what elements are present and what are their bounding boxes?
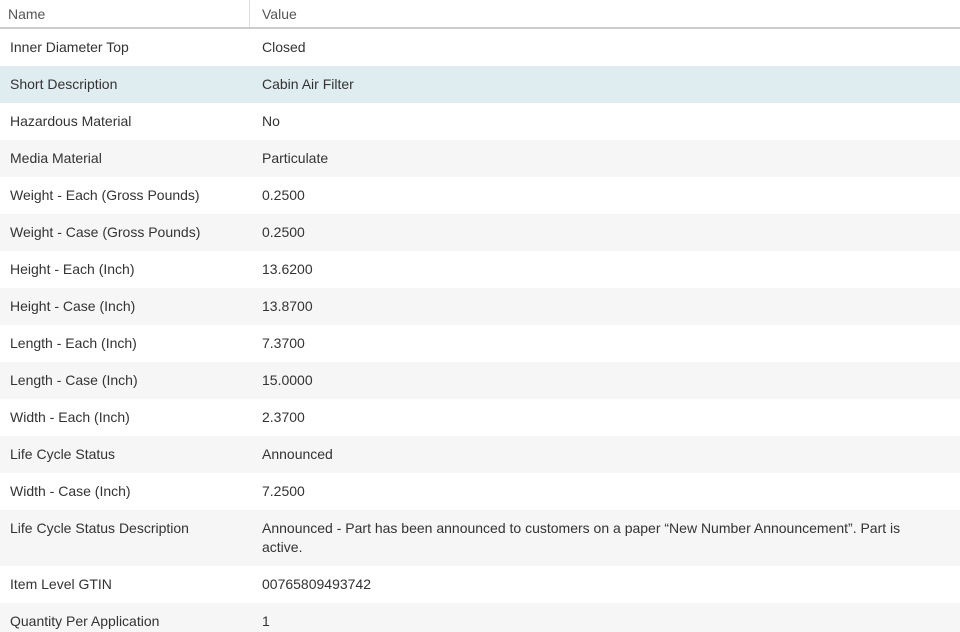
row-value-cell: 0.2500 (262, 187, 305, 203)
row-value-cell: Closed (262, 39, 306, 55)
table-row[interactable]: Height - Each (Inch) 13.6200 (0, 251, 960, 288)
row-name-cell: Length - Each (Inch) (10, 335, 137, 351)
row-name-cell: Height - Each (Inch) (10, 261, 135, 277)
row-value-cell: 13.8700 (262, 298, 313, 314)
row-value-cell: 00765809493742 (262, 576, 372, 592)
table-row[interactable]: Item Level GTIN 00765809493742 (0, 566, 960, 603)
row-name-cell: Weight - Case (Gross Pounds) (10, 224, 201, 240)
row-value-cell: 7.2500 (262, 483, 305, 499)
row-value-cell: Particulate (262, 150, 329, 166)
table-row[interactable]: Media Material Particulate (0, 140, 960, 177)
table-row[interactable]: Height - Case (Inch) 13.8700 (0, 288, 960, 325)
row-name-cell: Width - Case (Inch) (10, 483, 131, 499)
table-row[interactable]: Inner Diameter Top Closed (0, 29, 960, 66)
row-value-cell: 15.0000 (262, 372, 313, 388)
row-name-cell: Media Material (10, 150, 102, 166)
table-row[interactable]: Width - Each (Inch) 2.3700 (0, 399, 960, 436)
row-name-cell: Hazardous Material (10, 113, 132, 129)
row-name-cell: Item Level GTIN (10, 576, 112, 592)
row-name-cell: Inner Diameter Top (10, 39, 129, 55)
row-value-cell: 0.2500 (262, 224, 305, 240)
row-name-cell: Weight - Each (Gross Pounds) (10, 187, 200, 203)
table-row[interactable]: Length - Each (Inch) 7.3700 (0, 325, 960, 362)
table-header-row: Name Value (0, 0, 960, 29)
row-name-cell: Life Cycle Status Description (10, 520, 189, 536)
column-header-value: Value (262, 5, 297, 22)
row-value-cell: 7.3700 (262, 335, 305, 351)
row-value-cell: Cabin Air Filter (262, 76, 354, 92)
row-name-cell: Life Cycle Status (10, 446, 116, 462)
table-body: Inner Diameter Top Closed Short Descript… (0, 29, 960, 632)
row-value-cell: 2.3700 (262, 409, 305, 425)
row-name-cell: Quantity Per Application (10, 613, 160, 629)
table-row[interactable]: Short Description Cabin Air Filter (0, 66, 960, 103)
row-name-cell: Short Description (10, 76, 118, 92)
table-row[interactable]: Hazardous Material No (0, 103, 960, 140)
spec-table: Name Value Inner Diameter Top Closed Sho… (0, 0, 960, 632)
table-row[interactable]: Life Cycle Status Announced (0, 436, 960, 473)
row-value-cell: 1 (262, 613, 270, 629)
row-name-cell: Length - Case (Inch) (10, 372, 138, 388)
table-row[interactable]: Length - Case (Inch) 15.0000 (0, 362, 960, 399)
column-header-name: Name (0, 0, 250, 27)
table-row[interactable]: Life Cycle Status Description Announced … (0, 510, 960, 566)
row-value-cell: Announced - Part has been announced to c… (262, 520, 901, 555)
table-row[interactable]: Weight - Each (Gross Pounds) 0.2500 (0, 177, 960, 214)
row-name-cell: Height - Case (Inch) (10, 298, 136, 314)
row-value-cell: 13.6200 (262, 261, 313, 277)
row-value-cell: Announced (262, 446, 333, 462)
table-row[interactable]: Width - Case (Inch) 7.2500 (0, 473, 960, 510)
row-name-cell: Width - Each (Inch) (10, 409, 130, 425)
row-value-cell: No (262, 113, 280, 129)
table-row[interactable]: Weight - Case (Gross Pounds) 0.2500 (0, 214, 960, 251)
table-row[interactable]: Quantity Per Application 1 (0, 603, 960, 632)
